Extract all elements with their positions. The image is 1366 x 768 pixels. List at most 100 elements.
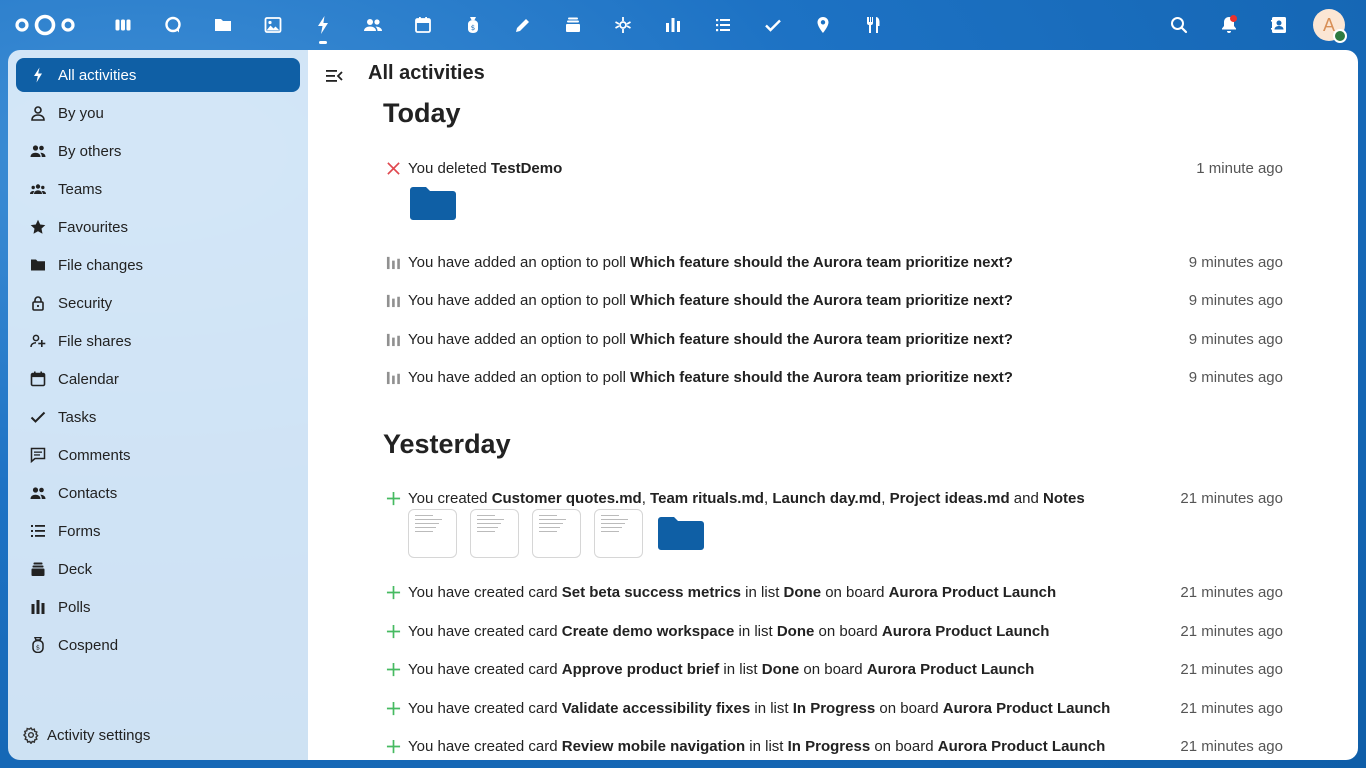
activity-object-link[interactable]: Aurora Product Launch (882, 623, 1050, 640)
app-cookbook-button[interactable] (848, 0, 898, 50)
app-notes-button[interactable] (498, 0, 548, 50)
sidebar-item-calendar[interactable]: Calendar (16, 362, 300, 396)
app-dashboard-button[interactable] (98, 0, 148, 50)
activity-object-link[interactable]: Which feature should the Aurora team pri… (630, 369, 1013, 386)
notifications-button[interactable] (1204, 0, 1254, 50)
app-photos-button[interactable] (248, 0, 298, 50)
contacts-menu-button[interactable] (1254, 0, 1304, 50)
activity-text-part: , (641, 489, 651, 507)
share-icon (28, 331, 48, 351)
activity-text-part: You created (408, 489, 492, 507)
activity-object-link[interactable]: Done (762, 661, 800, 678)
activity-text: You have added an option to poll Which f… (408, 254, 1013, 271)
sidebar-item-file-shares[interactable]: File shares (16, 324, 300, 358)
activity-object-link[interactable]: Review mobile navigation (562, 738, 745, 755)
activity-object-link[interactable]: In Progress (793, 700, 876, 717)
star-icon (28, 217, 48, 237)
search-button[interactable] (1154, 0, 1204, 50)
sidebar-item-tasks[interactable]: Tasks (16, 400, 300, 434)
contacts-book-icon (1271, 17, 1286, 33)
app-forms-button[interactable] (698, 0, 748, 50)
activity-object-link[interactable]: Launch day.md (772, 490, 881, 507)
contacts-icon (364, 19, 382, 31)
activity-object-link[interactable]: Team rituals.md (650, 490, 764, 507)
app-whiteboard-button[interactable] (598, 0, 648, 50)
activity-timestamp: 21 minutes ago (1180, 489, 1283, 507)
add-icon (383, 582, 403, 602)
activity-timestamp: 21 minutes ago (1180, 737, 1283, 755)
activity-item: You have added an option to poll Which f… (383, 250, 1283, 274)
file-preview-thumbnail[interactable] (408, 509, 457, 558)
activity-object-link[interactable]: TestDemo (491, 160, 562, 177)
app-activity-button[interactable] (298, 0, 348, 50)
activity-object-link[interactable]: Which feature should the Aurora team pri… (630, 292, 1013, 309)
activity-object-link[interactable]: In Progress (788, 738, 871, 755)
header-right: A (1154, 0, 1366, 50)
activity-object-link[interactable]: Create demo workspace (562, 623, 735, 640)
activity-object-link[interactable]: Aurora Product Launch (943, 700, 1111, 717)
poll-icon (28, 597, 48, 617)
activity-object-link[interactable]: Done (777, 623, 815, 640)
app-talk-button[interactable] (148, 0, 198, 50)
file-preview-thumbnail[interactable] (594, 509, 643, 558)
app-files-button[interactable] (198, 0, 248, 50)
sidebar-item-label: Polls (58, 598, 91, 616)
activity-item: You have added an option to poll Which f… (383, 365, 1283, 389)
sidebar-item-cospend[interactable]: $ Cospend (16, 628, 300, 662)
folder-preview-icon[interactable] (410, 186, 456, 220)
sidebar-item-all-activities[interactable]: All activities (16, 58, 300, 92)
activity-object-link[interactable]: Notes (1043, 490, 1085, 507)
file-preview-thumbnail[interactable] (470, 509, 519, 558)
activity-object-link[interactable]: Which feature should the Aurora team pri… (630, 254, 1013, 271)
activity-timestamp: 9 minutes ago (1188, 368, 1283, 386)
add-icon (383, 659, 403, 679)
section-title-today: Today (383, 98, 461, 128)
teams-icon (28, 179, 48, 199)
app-maps-button[interactable] (798, 0, 848, 50)
activity-text-part: You have created card (408, 660, 562, 678)
activity-object-link[interactable]: Customer quotes.md (492, 490, 642, 507)
activity-item: You have created card Approve product br… (383, 657, 1283, 681)
app-deck-button[interactable] (548, 0, 598, 50)
nextcloud-logo[interactable] (14, 12, 76, 38)
activity-text-part: You have created card (408, 699, 562, 717)
user-icon (28, 103, 48, 123)
file-preview-thumbnail[interactable] (532, 509, 581, 558)
add-icon (383, 621, 403, 641)
sidebar-item-label: Calendar (58, 370, 119, 388)
app-calendar-button[interactable] (398, 0, 448, 50)
folder-preview-icon[interactable] (658, 516, 704, 550)
sidebar-item-teams[interactable]: Teams (16, 172, 300, 206)
sidebar-item-by-others[interactable]: By others (16, 134, 300, 168)
sidebar-item-file-changes[interactable]: File changes (16, 248, 300, 282)
activity-object-link[interactable]: Project ideas.md (890, 490, 1010, 507)
contacts-icon (28, 483, 48, 503)
app-cospend-button[interactable]: $ (448, 0, 498, 50)
activity-object-link[interactable]: Done (784, 584, 822, 601)
activity-object-link[interactable]: Set beta success metrics (562, 584, 741, 601)
sidebar-item-security[interactable]: Security (16, 286, 300, 320)
sidebar-item-deck[interactable]: Deck (16, 552, 300, 586)
activity-settings-button[interactable]: Activity settings (22, 720, 150, 750)
sidebar-item-label: Favourites (58, 218, 129, 236)
activity-timestamp: 9 minutes ago (1188, 253, 1283, 271)
user-avatar[interactable]: A (1313, 9, 1347, 43)
sidebar-item-by-you[interactable]: By you (16, 96, 300, 130)
gear-icon (22, 726, 39, 744)
deck-icon (566, 17, 580, 32)
sidebar-item-forms[interactable]: Forms (16, 514, 300, 548)
activity-object-link[interactable]: Approve product brief (562, 661, 720, 678)
sidebar-item-contacts[interactable]: Contacts (16, 476, 300, 510)
activity-object-link[interactable]: Validate accessibility fixes (562, 700, 750, 717)
app-tasks-button[interactable] (748, 0, 798, 50)
sidebar-toggle-button[interactable] (322, 64, 346, 88)
sidebar-item-polls[interactable]: Polls (16, 590, 300, 624)
activity-object-link[interactable]: Aurora Product Launch (867, 661, 1035, 678)
activity-object-link[interactable]: Aurora Product Launch (938, 738, 1106, 755)
activity-object-link[interactable]: Aurora Product Launch (889, 584, 1057, 601)
sidebar-item-comments[interactable]: Comments (16, 438, 300, 472)
sidebar-item-favourites[interactable]: Favourites (16, 210, 300, 244)
activity-object-link[interactable]: Which feature should the Aurora team pri… (630, 331, 1013, 348)
app-polls-button[interactable] (648, 0, 698, 50)
app-contacts-button[interactable] (348, 0, 398, 50)
